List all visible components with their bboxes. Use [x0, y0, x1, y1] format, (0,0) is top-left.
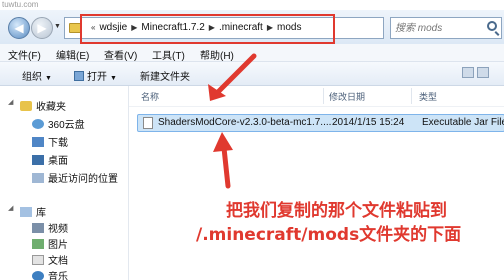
- arrow-to-address-bar: [208, 53, 257, 101]
- arrow-to-file: [213, 132, 233, 189]
- annotation-line-1: 把我们复制的那个文件粘贴到: [226, 201, 447, 221]
- annotation-line-2: /.minecraft/mods文件夹的下面: [196, 225, 462, 245]
